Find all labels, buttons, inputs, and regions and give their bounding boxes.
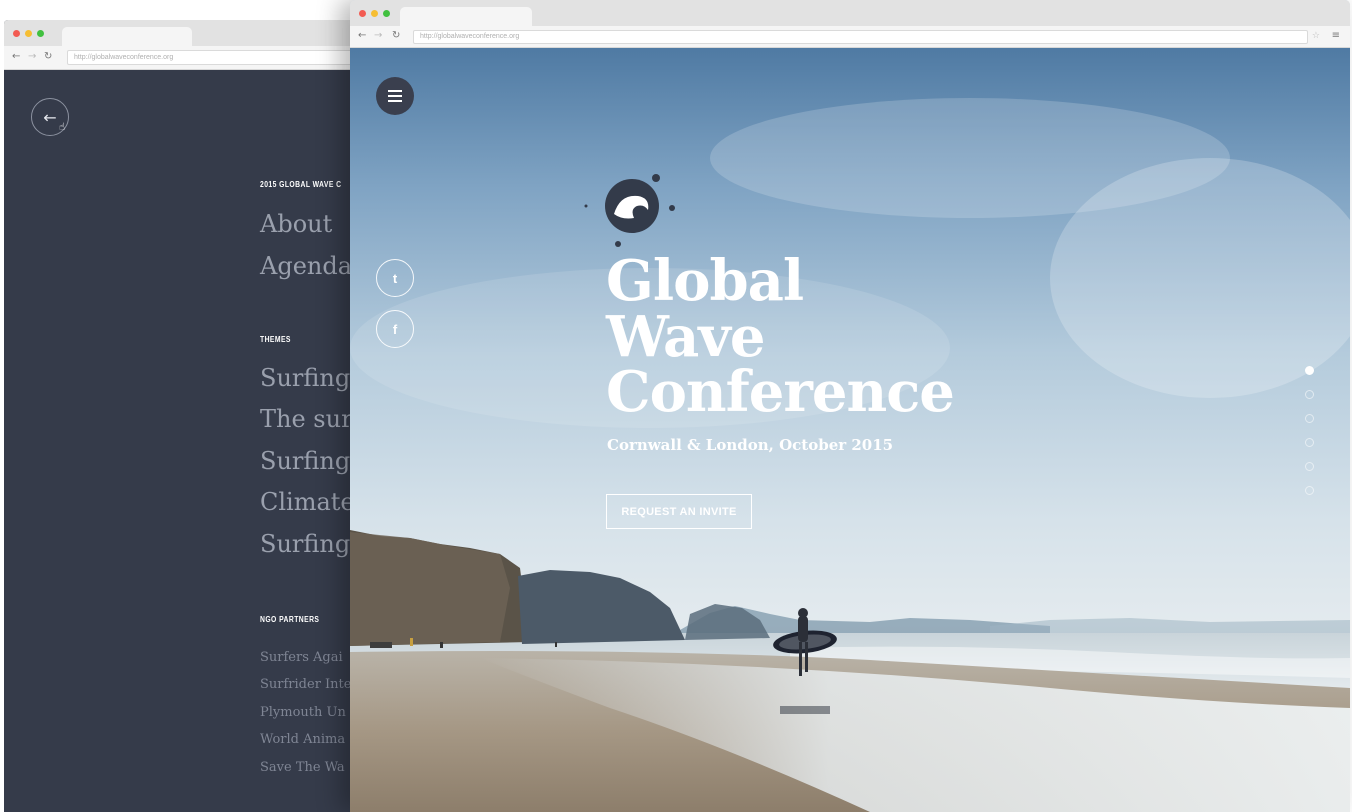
address-row: ← → ↻ http://globalwaveconference.org ☆ … (350, 26, 1350, 48)
url-bar[interactable]: http://globalwaveconference.org (413, 30, 1308, 44)
partner-link[interactable]: World Anima (260, 732, 345, 747)
back-nav-icon[interactable]: ← (358, 31, 366, 41)
zoom-window-button[interactable] (37, 30, 44, 37)
window-controls (359, 10, 390, 17)
hero-title-line: Global (606, 248, 804, 314)
request-invite-button[interactable]: REQUEST AN INVITE (606, 494, 752, 529)
browser-tab[interactable] (400, 7, 532, 26)
theme-link[interactable]: The sur (260, 405, 353, 433)
slide-pager (1305, 366, 1314, 495)
forward-nav-icon[interactable]: → (374, 31, 382, 41)
back-nav-icon[interactable]: ← (12, 52, 20, 62)
facebook-icon: f (392, 321, 398, 337)
request-invite-label: REQUEST AN INVITE (621, 505, 737, 518)
slide-pager-dot[interactable] (1305, 390, 1314, 399)
conference-section-label: 2015 GLOBAL WAVE C (260, 180, 342, 189)
reload-icon[interactable]: ↻ (392, 31, 400, 41)
beach-background-image (350, 98, 1350, 812)
partners-section-label: NGO PARTNERS (260, 615, 320, 624)
twitter-icon: t (392, 270, 398, 286)
minimize-window-button[interactable] (25, 30, 32, 37)
twitter-button[interactable]: t (376, 259, 414, 297)
slide-pager-dot[interactable] (1305, 486, 1314, 495)
partner-link[interactable]: Plymouth Un (260, 705, 346, 720)
menu-link-agenda[interactable]: Agenda (260, 252, 352, 280)
slide-pager-dot[interactable] (1305, 438, 1314, 447)
forward-nav-icon[interactable]: → (28, 52, 36, 62)
theme-link[interactable]: Surfing (260, 530, 350, 558)
zoom-window-button[interactable] (383, 10, 390, 17)
browser-titlebar (350, 0, 1350, 26)
window-controls (13, 30, 44, 37)
wave-logo-icon (584, 174, 675, 247)
partner-link[interactable]: Surfrider Inte (260, 677, 351, 692)
close-window-button[interactable] (13, 30, 20, 37)
partner-link[interactable]: Save The Wa (260, 760, 345, 775)
browser-menu-icon[interactable]: ≡ (1332, 30, 1340, 41)
slide-pager-dot[interactable] (1305, 366, 1314, 375)
hamburger-menu-button[interactable] (376, 77, 414, 115)
themes-section-label: THEMES (260, 335, 291, 344)
hamburger-icon (388, 90, 402, 102)
hero-title-line: Wave (606, 304, 765, 370)
hero-section: t f Global Wave Conference Cornwall & Lo… (350, 48, 1350, 812)
theme-link[interactable]: Surfing (260, 447, 350, 475)
reload-icon[interactable]: ↻ (44, 52, 52, 62)
theme-link[interactable]: Surfing (260, 364, 350, 392)
hero-title-line: Conference (606, 359, 955, 425)
browser-tab[interactable] (62, 27, 192, 46)
slide-pager-dot[interactable] (1305, 462, 1314, 471)
arrow-left-icon: ← (43, 107, 57, 127)
close-window-button[interactable] (359, 10, 366, 17)
front-browser-window: ← → ↻ http://globalwaveconference.org ☆ … (350, 0, 1350, 812)
hero-subtitle: Cornwall & London, October 2015 (607, 436, 894, 454)
slide-pager-dot[interactable] (1305, 414, 1314, 423)
facebook-button[interactable]: f (376, 310, 414, 348)
star-icon[interactable]: ☆ (1312, 31, 1320, 41)
pointer-cursor-icon: ☝ (59, 122, 66, 133)
menu-link-about[interactable]: About (260, 210, 332, 238)
minimize-window-button[interactable] (371, 10, 378, 17)
partner-link[interactable]: Surfers Agai (260, 650, 343, 665)
theme-link[interactable]: Climate (260, 488, 355, 516)
